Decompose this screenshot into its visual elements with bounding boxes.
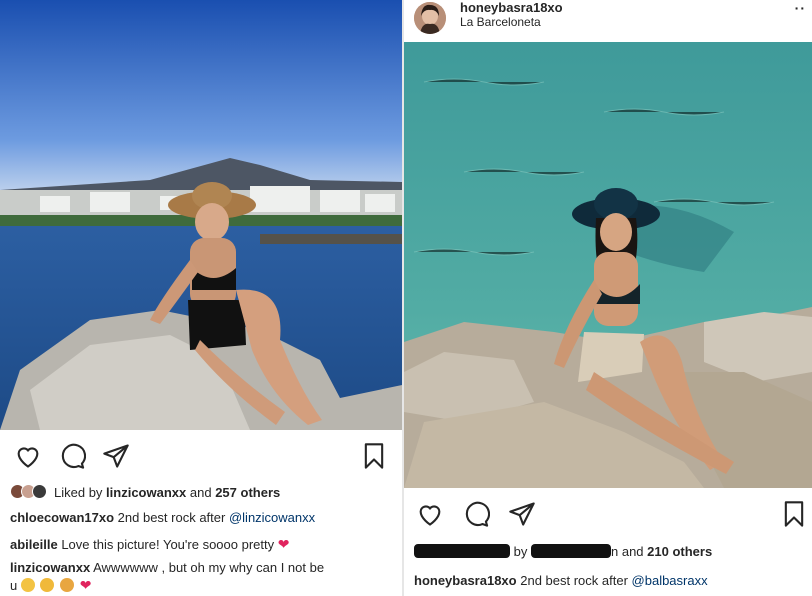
- likes-count[interactable]: 210 others: [647, 544, 712, 559]
- cat-emoji: [60, 578, 75, 592]
- likes-fragment: by: [513, 544, 528, 559]
- caption: chloecowan17xo 2nd best rock after @linz…: [10, 510, 315, 525]
- comment-2-continuation: u ❤: [10, 577, 91, 594]
- caption-username[interactable]: chloecowan17xo: [10, 510, 114, 525]
- scribbled-out-avatars: [414, 544, 510, 558]
- post-header: honeybasra18xo La Barceloneta ··: [404, 0, 812, 42]
- share-icon[interactable]: [102, 442, 130, 470]
- left-post-photo[interactable]: [0, 0, 402, 430]
- comment-text-continued: u: [10, 578, 18, 593]
- caption-mention[interactable]: @linzicowanxx: [229, 510, 315, 525]
- sad-emoji: [40, 578, 55, 592]
- comment-icon[interactable]: [58, 442, 87, 470]
- share-icon[interactable]: [508, 500, 536, 528]
- comment-1: abileille Love this picture! You're sooo…: [10, 536, 289, 553]
- caption-text: 2nd best rock after: [117, 510, 226, 525]
- comment-icon[interactable]: [462, 500, 491, 528]
- more-options-icon[interactable]: ··: [795, 0, 806, 16]
- caption-username[interactable]: honeybasra18xo: [414, 573, 517, 588]
- comment-text: Awwwwww , but oh my why can I not be: [93, 560, 325, 575]
- heart-icon[interactable]: [14, 442, 42, 470]
- likes-prefix: Liked by: [54, 485, 103, 500]
- red-heart-emoji: ❤: [79, 577, 92, 593]
- left-action-bar: [0, 438, 402, 474]
- liker-avatars[interactable]: [10, 484, 50, 500]
- comment-text: Love this picture! You're soooo pretty: [61, 537, 275, 552]
- likes-and: and: [621, 544, 644, 559]
- worried-emoji: [20, 578, 35, 592]
- right-action-bar: [404, 496, 812, 532]
- red-heart-emoji: ❤: [277, 536, 290, 552]
- likes-fragment-2: n: [610, 544, 619, 559]
- scribbled-out-username: [530, 544, 611, 558]
- caption-mention[interactable]: @balbasraxx: [632, 573, 708, 588]
- likes-line: by n and 210 others: [414, 544, 712, 559]
- left-post: Liked by linzicowanxx and 257 others chl…: [0, 0, 402, 596]
- right-post: honeybasra18xo La Barceloneta ·· by n an…: [404, 0, 812, 596]
- bookmark-icon[interactable]: [780, 500, 808, 528]
- right-post-photo[interactable]: [404, 42, 812, 488]
- likes-and: and: [189, 485, 212, 500]
- avatar[interactable]: [414, 2, 446, 34]
- comment-username[interactable]: abileille: [10, 537, 58, 552]
- likes-line: Liked by linzicowanxx and 257 others: [10, 484, 280, 500]
- caption: honeybasra18xo 2nd best rock after @balb…: [414, 573, 708, 588]
- likes-count[interactable]: 257 others: [215, 485, 280, 500]
- caption-text: 2nd best rock after: [520, 573, 628, 588]
- comment-username[interactable]: linzicowanxx: [10, 560, 90, 575]
- heart-icon[interactable]: [416, 500, 444, 528]
- liker-username[interactable]: linzicowanxx: [106, 485, 186, 500]
- header-username[interactable]: honeybasra18xo: [460, 0, 563, 15]
- comment-2: linzicowanxx Awwwwww , but oh my why can…: [10, 560, 324, 575]
- header-location[interactable]: La Barceloneta: [460, 15, 541, 29]
- bookmark-icon[interactable]: [360, 442, 388, 470]
